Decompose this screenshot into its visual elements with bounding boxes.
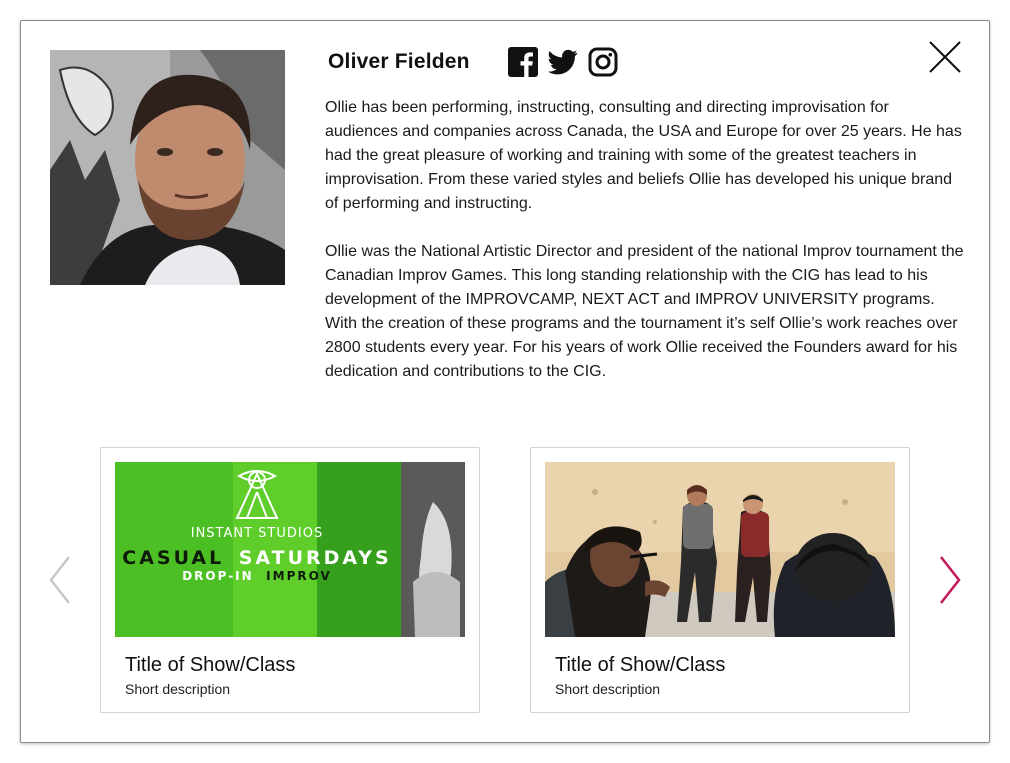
instagram-icon[interactable] — [588, 47, 618, 77]
close-icon — [929, 41, 961, 73]
image-text-line1: INSTANT STUDIOS — [191, 526, 323, 541]
card-title: Title of Show/Class — [125, 654, 296, 676]
card-description: Short description — [125, 681, 231, 697]
profile-name: Oliver Fielden — [328, 50, 470, 73]
image-text-line2: CASUAL SATURDAYS — [122, 547, 392, 569]
social-links — [508, 47, 618, 77]
carousel-next-button[interactable] — [935, 553, 965, 607]
show-card[interactable]: Title of Show/Class Short description — [530, 447, 910, 713]
profile-photo — [50, 50, 285, 285]
image-text-line3: DROP-IN IMPROV — [182, 567, 332, 584]
carousel-prev-button[interactable] — [45, 553, 75, 607]
bio-paragraph: Ollie was the National Artistic Director… — [325, 243, 964, 380]
chevron-right-icon — [940, 556, 961, 604]
close-button[interactable] — [927, 39, 963, 75]
twitter-icon[interactable] — [548, 47, 578, 77]
show-card-image — [545, 462, 895, 637]
show-card-image: INSTANT STUDIOS CASUAL SATURDAYS DROP-IN… — [115, 462, 465, 637]
chevron-left-icon — [49, 556, 70, 604]
bio-paragraph: Ollie has been performing, instructing, … — [325, 99, 962, 212]
show-card[interactable]: INSTANT STUDIOS CASUAL SATURDAYS DROP-IN… — [100, 447, 480, 713]
bio-modal: Oliver Fielden Ollie has been performing… — [20, 20, 990, 743]
card-description: Short description — [555, 681, 661, 697]
profile-bio: Ollie has been performing, instructing, … — [325, 96, 965, 408]
facebook-icon[interactable] — [508, 47, 538, 77]
card-title: Title of Show/Class — [555, 654, 726, 676]
